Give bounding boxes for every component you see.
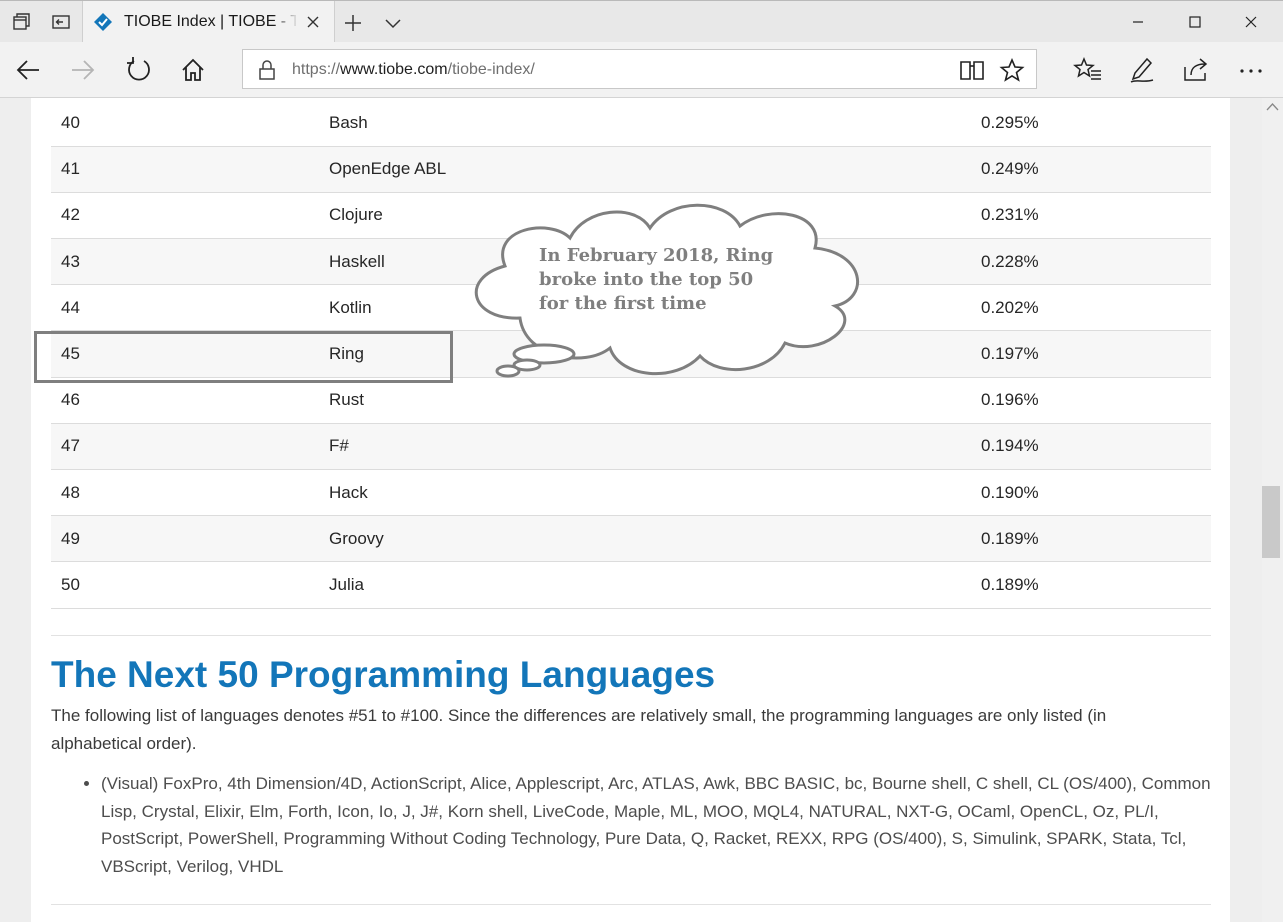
forward-arrow-icon[interactable] xyxy=(68,55,98,85)
back-tab-icon[interactable] xyxy=(51,12,71,32)
rating-cell: 0.202% xyxy=(981,297,1039,317)
tab-manager-icon[interactable] xyxy=(11,12,31,32)
minimize-icon[interactable] xyxy=(1124,9,1152,35)
table-row: 47 F# 0.194% xyxy=(51,423,1211,470)
rating-cell: 0.295% xyxy=(981,112,1039,132)
lock-icon xyxy=(259,60,275,80)
url-path: /tiobe-index/ xyxy=(447,61,535,78)
rating-cell: 0.190% xyxy=(981,482,1039,502)
rating-cell: 0.189% xyxy=(981,574,1039,594)
more-icon[interactable] xyxy=(1236,55,1266,85)
rank-cell: 44 xyxy=(61,297,80,317)
rank-cell: 47 xyxy=(61,436,80,456)
rating-cell: 0.197% xyxy=(981,344,1039,364)
next50-intro: The following list of languages denotes … xyxy=(51,706,1107,753)
section-divider-bottom xyxy=(51,904,1211,905)
table-row: 41 OpenEdge ABL 0.249% xyxy=(51,146,1211,193)
rank-cell: 46 xyxy=(61,390,80,410)
tab-title: TIOBE Index | TIOBE - The Software Quali… xyxy=(124,13,296,30)
language-cell: Hack xyxy=(329,482,368,502)
reading-view-icon[interactable] xyxy=(959,58,985,82)
close-tab-icon[interactable] xyxy=(305,14,321,30)
table-row: 48 Hack 0.190% xyxy=(51,470,1211,516)
rating-cell: 0.194% xyxy=(981,436,1039,456)
rank-cell: 50 xyxy=(61,574,80,594)
table-row: 49 Groovy 0.189% xyxy=(51,515,1211,562)
browser-tab[interactable]: TIOBE Index | TIOBE - The Software Quali… xyxy=(82,1,335,43)
rank-cell: 49 xyxy=(61,528,80,548)
url-text[interactable]: https://www.tiobe.com/tiobe-index/ xyxy=(292,61,535,79)
tab-menu-icon[interactable] xyxy=(382,12,404,34)
rank-cell: 43 xyxy=(61,251,80,271)
title-bar: TIOBE Index | TIOBE - The Software Quali… xyxy=(0,0,1283,43)
tab-title-fade xyxy=(273,7,299,37)
next50-languages: (Visual) FoxPro, 4th Dimension/4D, Actio… xyxy=(101,770,1221,880)
rating-cell: 0.228% xyxy=(981,251,1039,271)
maximize-icon[interactable] xyxy=(1181,9,1209,35)
favorites-hub-icon[interactable] xyxy=(1073,55,1103,85)
scroll-up-icon[interactable] xyxy=(1266,102,1279,112)
address-bar[interactable]: https://www.tiobe.com/tiobe-index/ xyxy=(242,49,1037,89)
home-icon[interactable] xyxy=(178,55,208,85)
rating-cell: 0.189% xyxy=(981,528,1039,548)
rank-cell: 42 xyxy=(61,205,80,225)
callout-line-1: In February 2018, Ring xyxy=(539,245,774,266)
close-window-icon[interactable] xyxy=(1237,9,1265,35)
url-domain: www.tiobe.com xyxy=(340,61,448,78)
tiobe-favicon-icon xyxy=(94,13,112,31)
language-cell: Groovy xyxy=(329,528,384,548)
rating-cell: 0.231% xyxy=(981,205,1039,225)
scrollbar-thumb[interactable] xyxy=(1262,486,1280,558)
language-cell: Bash xyxy=(329,112,368,132)
navigation-bar: https://www.tiobe.com/tiobe-index/ xyxy=(0,42,1283,98)
language-cell: Rust xyxy=(329,390,364,410)
back-arrow-icon[interactable] xyxy=(13,55,43,85)
share-icon[interactable] xyxy=(1181,55,1211,85)
rating-cell: 0.196% xyxy=(981,390,1039,410)
page-viewport: 40 Bash 0.295% 41 OpenEdge ABL 0.249% 42 Clojur… xyxy=(0,98,1262,922)
ring-highlight-box xyxy=(34,331,453,383)
callout-line-3: for the first time xyxy=(539,293,707,314)
next50-heading: The Next 50 Programming Languages xyxy=(51,654,716,695)
table-row: 50 Julia 0.189% xyxy=(51,562,1211,609)
url-prefix: https:// xyxy=(292,61,341,78)
rank-cell: 40 xyxy=(61,112,80,132)
table-row: 46 Rust 0.196% xyxy=(51,377,1211,424)
vertical-scrollbar[interactable] xyxy=(1262,98,1283,922)
favorite-star-icon[interactable] xyxy=(999,58,1025,82)
callout-line-2: broke into the top 50 xyxy=(539,269,754,290)
rank-cell: 48 xyxy=(61,482,80,502)
next50-list: (Visual) FoxPro, 4th Dimension/4D, Actio… xyxy=(83,770,1221,880)
callout-text: In February 2018, Ring broke into the to… xyxy=(539,244,819,316)
language-cell: Julia xyxy=(329,574,364,594)
section-divider xyxy=(51,635,1211,636)
rating-cell: 0.249% xyxy=(981,159,1039,179)
new-tab-icon[interactable] xyxy=(342,12,364,34)
rank-cell: 41 xyxy=(61,159,80,179)
table-row: 40 Bash 0.295% xyxy=(51,100,1211,147)
language-cell: F# xyxy=(329,436,349,456)
language-cell: OpenEdge ABL xyxy=(329,159,447,179)
refresh-icon[interactable] xyxy=(124,55,154,85)
web-note-icon[interactable] xyxy=(1127,55,1157,85)
